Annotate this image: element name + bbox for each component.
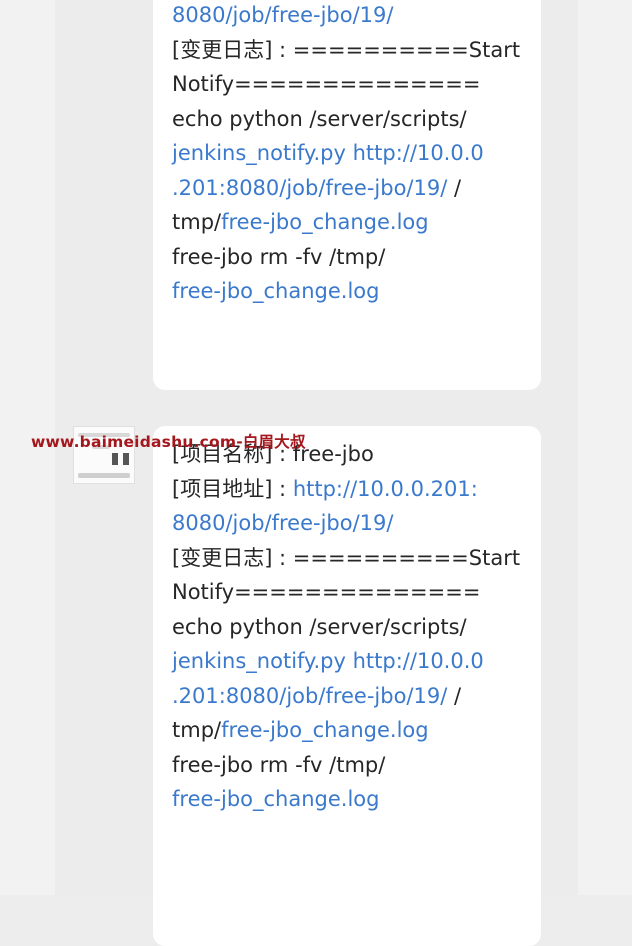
message-line: [项目地址] : http://10.0.0.201: [172,472,541,507]
message-line: [变更日志] : ==========Start [172,33,541,68]
message-text-segment: tmp/ [172,210,222,234]
avatar-graphic [112,453,118,465]
message-link[interactable]: 8080/job/free-jbo/19/ [172,511,393,535]
message-line: [变更日志] : ==========Start [172,541,541,576]
message-text-segment: [变更日志] : ==========Start [172,37,521,62]
message-text-segment: / [447,175,462,200]
message-link[interactable]: 8080/job/free-jbo/19/ [172,3,393,27]
message-line: Notify============== [172,575,541,610]
message-text-segment: free-jbo rm -fv /tmp/ [172,244,386,269]
message-line: echo python /server/scripts/ [172,610,541,645]
message-line: free-jbo_change.log [172,274,541,309]
message-line: jenkins_notify.py http://10.0.0 [172,136,541,171]
message-link[interactable]: http://10.0.0 [353,141,484,165]
watermark-text: www.baimeidashu.com-白眉大叔 [31,433,306,451]
message-link[interactable]: http://10.0.0 [353,649,484,673]
message-link[interactable]: free-jbo_change.log [221,718,428,742]
message-text-segment: / [447,683,462,708]
message-line: free-jbo_change.log [172,782,541,817]
message-line: .201:8080/job/free-jbo/19/ / [172,679,541,714]
chat-right-margin [578,0,632,895]
message-line: 8080/job/free-jbo/19/ [172,506,541,541]
message-link[interactable]: free-jbo_change.log [172,279,379,303]
message-line: jenkins_notify.py http://10.0.0 [172,644,541,679]
avatar-graphic [78,473,130,478]
message-text: 8080/job/free-jbo/19/ [变更日志] : ==========… [172,0,541,309]
message-line: 8080/job/free-jbo/19/ [172,0,541,33]
message-link[interactable]: free-jbo_change.log [172,787,379,811]
message-link[interactable]: http://10.0.0.201: [293,477,478,501]
avatar-graphic [123,453,129,465]
message-bubble[interactable]: [项目名称] : free-jbo [项目地址] : http://10.0.0.… [153,426,541,946]
message-text-segment: [项目地址] : [172,476,293,501]
message-text-segment: Notify============== [172,72,481,96]
message-line: tmp/free-jbo_change.log [172,205,541,240]
message-text-segment [346,141,353,165]
message-text-segment: [变更日志] : ==========Start [172,545,521,570]
message-text-segment: echo python /server/scripts/ [172,614,467,639]
message-link[interactable]: jenkins_notify.py [172,649,346,673]
message-text-segment [346,649,353,673]
message-link[interactable]: free-jbo_change.log [221,210,428,234]
message-line: echo python /server/scripts/ [172,102,541,137]
message-text-segment: echo python /server/scripts/ [172,106,467,131]
message-line: Notify============== [172,67,541,102]
message-text-segment: Notify============== [172,580,481,604]
message-text: [项目名称] : free-jbo [项目地址] : http://10.0.0.… [172,426,541,817]
message-line: free-jbo rm -fv /tmp/ [172,240,541,275]
message-link[interactable]: .201:8080/job/free-jbo/19/ [172,684,447,708]
message-line: .201:8080/job/free-jbo/19/ / [172,171,541,206]
message-line: free-jbo rm -fv /tmp/ [172,748,541,783]
message-line: tmp/free-jbo_change.log [172,713,541,748]
message-bubble[interactable]: 8080/job/free-jbo/19/ [变更日志] : ==========… [153,0,541,390]
message-text-segment: tmp/ [172,718,222,742]
message-text-segment: free-jbo rm -fv /tmp/ [172,752,386,777]
message-link[interactable]: .201:8080/job/free-jbo/19/ [172,176,447,200]
message-link[interactable]: jenkins_notify.py [172,141,346,165]
chat-area: 8080/job/free-jbo/19/ [变更日志] : ==========… [0,0,632,946]
